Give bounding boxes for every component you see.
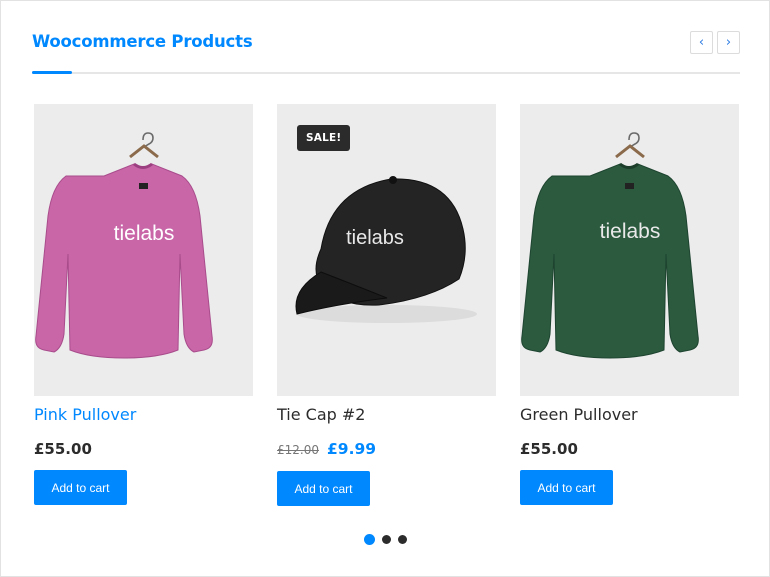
pagination-dot-1[interactable] — [364, 534, 375, 545]
add-to-cart-button[interactable]: Add to cart — [520, 470, 613, 505]
brand-logo: tielabs — [114, 222, 175, 245]
green-sweater-image: tielabs — [521, 132, 699, 359]
chevron-right-icon: › — [725, 35, 732, 50]
add-to-cart-button[interactable]: Add to cart — [34, 470, 127, 505]
product-image-link[interactable]: tielabs — [34, 104, 253, 396]
carousel-pagination — [364, 534, 407, 545]
pink-sweater-image: tielabs — [35, 132, 213, 359]
product-card-green-pullover: tielabs Green Pullover £55.00 Add to car… — [520, 104, 739, 505]
regular-price: £12.00 — [277, 443, 319, 457]
sweater-body — [521, 163, 699, 359]
title-accent-bar — [32, 71, 72, 74]
product-image-link[interactable]: tielabs — [520, 104, 739, 396]
product-name-link[interactable]: Pink Pullover — [34, 405, 136, 424]
brand-logo: tielabs — [600, 220, 661, 243]
title-divider — [32, 72, 740, 74]
sale-badge: SALE! — [297, 125, 351, 151]
chevron-left-icon: ‹ — [698, 35, 705, 50]
product-price: £55.00 — [34, 440, 92, 458]
pagination-dot-2[interactable] — [382, 535, 391, 544]
pagination-dot-3[interactable] — [398, 535, 407, 544]
add-to-cart-button[interactable]: Add to cart — [277, 471, 370, 506]
products-widget: Woocommerce Products ‹ › tielabs Pink Pu… — [0, 0, 770, 577]
product-name-link[interactable]: Tie Cap #2 — [277, 405, 365, 424]
sale-price: £9.99 — [327, 440, 377, 458]
product-image-link[interactable]: tielabs SALE! — [277, 104, 496, 396]
product-price: £55.00 — [520, 440, 578, 458]
carousel-prev-button[interactable]: ‹ — [690, 31, 713, 54]
widget-title: Woocommerce Products — [32, 32, 253, 51]
product-name-link[interactable]: Green Pullover — [520, 405, 638, 424]
sweater-body — [35, 163, 213, 359]
product-card-pink-pullover: tielabs Pink Pullover £55.00 Add to cart — [34, 104, 253, 505]
carousel-next-button[interactable]: › — [717, 31, 740, 54]
brand-logo: tielabs — [346, 227, 404, 249]
product-card-tie-cap: tielabs SALE! Tie Cap #2 £12.00 £9.99 Add… — [277, 104, 496, 506]
product-price: £12.00 £9.99 — [277, 440, 376, 458]
